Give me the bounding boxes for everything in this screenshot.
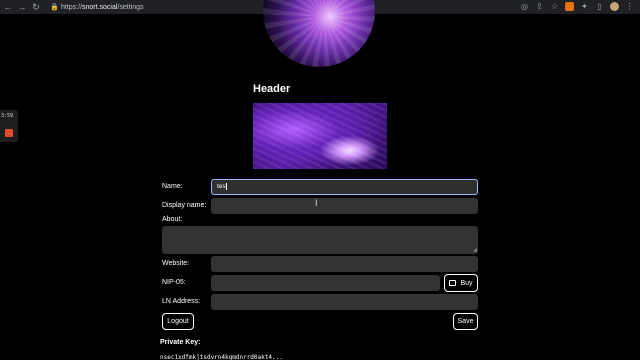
- stop-record-icon[interactable]: [5, 129, 13, 137]
- text-cursor-icon: I: [315, 198, 318, 208]
- puzzle-icon[interactable]: ✦: [580, 2, 589, 11]
- display-name-label: Display name:: [162, 202, 207, 209]
- nip05-input[interactable]: [211, 275, 440, 291]
- reload-icon[interactable]: ↻: [30, 1, 42, 13]
- url-host: snort.social: [82, 3, 118, 11]
- about-label: About:: [162, 216, 183, 223]
- recorder-time: 3:59: [1, 113, 14, 119]
- website-input[interactable]: [211, 256, 478, 272]
- header-banner-image[interactable]: [253, 103, 387, 169]
- name-input[interactable]: tes: [211, 179, 478, 195]
- save-button[interactable]: Save: [453, 313, 478, 330]
- profile-avatar-icon[interactable]: [610, 2, 619, 11]
- ln-address-label: LN Address:: [162, 298, 201, 305]
- resize-handle-icon[interactable]: ◢: [473, 247, 477, 253]
- website-label: Website:: [162, 260, 190, 267]
- kebab-menu-icon[interactable]: ⋮: [625, 2, 634, 11]
- name-input-value: tes: [217, 183, 227, 191]
- private-key-label: Private Key:: [160, 339, 201, 346]
- sidebar-icon[interactable]: ▯: [595, 2, 604, 11]
- name-label: Name:: [162, 183, 183, 190]
- back-icon[interactable]: ←: [2, 1, 14, 13]
- extension-icons: ◎ ⇪ ☆ ✦ ▯ ⋮: [520, 2, 634, 11]
- bookmark-star-icon[interactable]: ☆: [550, 2, 559, 11]
- buy-button-label: Buy: [460, 279, 473, 287]
- store-icon: [449, 280, 457, 286]
- extension-orange-icon[interactable]: [565, 2, 574, 11]
- about-textarea[interactable]: ◢: [162, 226, 478, 254]
- url-path: /settings: [117, 3, 144, 11]
- forward-icon[interactable]: →: [16, 1, 28, 13]
- display-name-input[interactable]: [211, 198, 478, 214]
- url-scheme: https://: [61, 3, 83, 11]
- nip05-label: NIP-05:: [162, 279, 186, 286]
- ln-address-input[interactable]: [211, 294, 478, 310]
- screen-recorder-widget: 3:59: [0, 110, 18, 142]
- share-icon[interactable]: ⇪: [535, 2, 544, 11]
- logout-button[interactable]: Logout: [162, 313, 194, 330]
- eye-off-icon[interactable]: ◎: [520, 2, 529, 11]
- private-key-value[interactable]: nsec1xdfmkjtsdvrn4kgmdnrrd0akt4...: [160, 354, 283, 360]
- profile-avatar-image[interactable]: [263, 0, 375, 67]
- buy-nip05-button[interactable]: Buy: [444, 274, 478, 292]
- lock-icon: 🔒: [50, 4, 59, 11]
- header-section-title: Header: [253, 83, 291, 95]
